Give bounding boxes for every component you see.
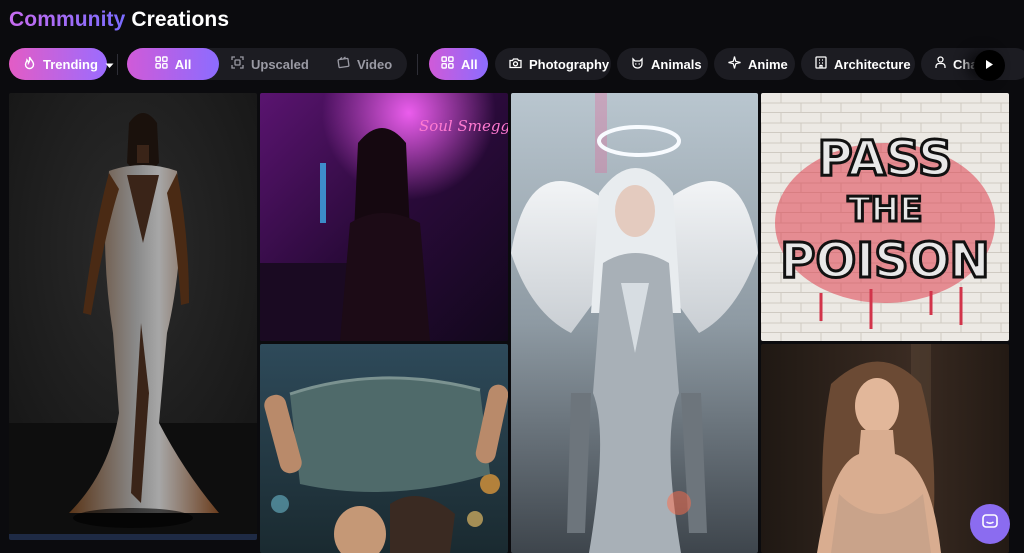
- play-arrow-icon: [985, 57, 994, 75]
- camera-icon: [509, 57, 522, 72]
- sort-dropdown[interactable]: Trending: [9, 48, 114, 80]
- category-photography[interactable]: Photography: [495, 48, 611, 80]
- graffiti-text-line-1: PASS: [818, 131, 953, 187]
- cat-icon: [631, 56, 644, 72]
- category-animals-label: Animals: [651, 56, 702, 72]
- grid-icon: [154, 56, 168, 72]
- category-anime-label: Anime: [748, 56, 788, 72]
- graffiti-text-line-3: POISON: [780, 233, 989, 289]
- sort-dropdown-label: Trending: [43, 56, 98, 72]
- chat-support-button[interactable]: [970, 504, 1010, 544]
- gallery-image-fashion-model[interactable]: [9, 93, 257, 540]
- scroll-categories-right-button[interactable]: [974, 50, 1005, 81]
- sparkle-icon: [728, 56, 741, 72]
- person-icon: [935, 56, 946, 72]
- upscale-icon: [231, 56, 244, 72]
- video-icon: [337, 56, 350, 72]
- caret-down-icon: [105, 57, 114, 72]
- page-title-rest: Creations: [131, 8, 230, 31]
- category-architecture-label: Architecture: [834, 56, 911, 72]
- gallery-image-neon-bar[interactable]: Soul Smeggat: [260, 93, 508, 341]
- category-all[interactable]: All: [429, 48, 488, 80]
- category-anime[interactable]: Anime: [714, 48, 795, 80]
- grid-icon: [441, 56, 454, 72]
- neon-sign-text: Soul Smeggat: [419, 117, 508, 135]
- divider: [417, 54, 418, 75]
- gallery-image-rain-friends[interactable]: [260, 344, 508, 553]
- chat-icon: [981, 513, 999, 536]
- filter-bar: Trending All Upscaled Video All Photogra…: [9, 48, 1024, 81]
- category-characters[interactable]: Cha: [921, 48, 1024, 80]
- image-caption-strip: [9, 534, 257, 540]
- building-icon: [815, 56, 827, 72]
- tab-type-upscaled[interactable]: Upscaled: [225, 48, 321, 80]
- tab-type-video[interactable]: Video: [331, 48, 407, 80]
- divider: [117, 54, 118, 75]
- tab-type-video-label: Video: [357, 56, 393, 72]
- gallery-image-angel-warrior[interactable]: [511, 93, 758, 553]
- flame-icon: [23, 56, 36, 73]
- graffiti-text-line-2: THE: [848, 190, 923, 230]
- category-all-label: All: [461, 56, 478, 72]
- gallery-image-graffiti[interactable]: PASS THE POISON: [761, 93, 1009, 341]
- page-title: Community Creations: [9, 8, 229, 32]
- page-title-accent: Community: [9, 8, 126, 31]
- category-architecture[interactable]: Architecture: [801, 48, 915, 80]
- category-photography-label: Photography: [529, 56, 610, 72]
- tab-type-all-label: All: [174, 56, 192, 72]
- category-animals[interactable]: Animals: [617, 48, 708, 80]
- tab-type-all[interactable]: All: [127, 48, 219, 80]
- tab-type-upscaled-label: Upscaled: [251, 56, 309, 72]
